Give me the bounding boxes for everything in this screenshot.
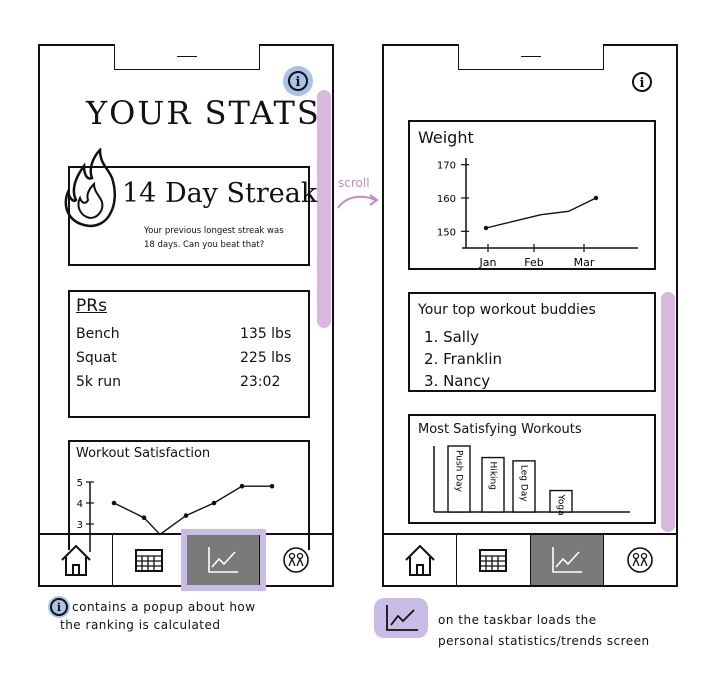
scroll-arrow-icon — [337, 194, 379, 209]
streak-headline: 14 Day Streak — [122, 178, 318, 209]
workouts-card: Most Satisfying Workouts Push Day Hiking L… — [408, 414, 656, 524]
bar-label: Push Day — [454, 450, 464, 493]
data-point — [111, 500, 117, 506]
taskbar-note-line-2: personal statistics/trends screen — [438, 634, 650, 648]
streak-subtext-1: Your previous longest streak was — [144, 226, 284, 236]
data-point — [593, 195, 599, 201]
calendar-icon — [479, 549, 508, 572]
tab-bar — [40, 533, 332, 585]
chart-icon — [386, 605, 418, 631]
bar-label: Hiking — [488, 462, 498, 490]
tab-calendar[interactable] — [113, 535, 187, 585]
scrollbar[interactable] — [661, 292, 675, 532]
scroll-label: scroll — [338, 176, 370, 190]
buddy-item[interactable]: 3. Nancy — [424, 372, 490, 390]
buddies-icon — [627, 547, 653, 573]
prs-heading: PRs — [76, 296, 107, 316]
tab-buddies[interactable] — [260, 535, 332, 585]
streak-subtext-2: 18 days. Can you beat that? — [144, 240, 265, 250]
streak-card: 14 Day Streak Your previous longest stre… — [64, 148, 317, 266]
pr-label: Squat — [76, 350, 117, 366]
bar-label: Leg Day — [519, 465, 529, 502]
taskbar-note-line-1: on the taskbar loads the — [438, 613, 597, 627]
phone-notch — [114, 44, 260, 70]
workouts-chart: Push Day Hiking Leg Day Yoga — [433, 445, 630, 516]
pr-label: 5k run — [76, 374, 121, 390]
info-note-line-2: the ranking is calculated — [60, 618, 221, 632]
buddies-card: Your top workout buddies 1. Sally 2. Fra… — [408, 292, 656, 392]
tab-buddies[interactable] — [604, 535, 676, 585]
flame-icon — [64, 148, 116, 228]
buddies-heading: Your top workout buddies — [418, 302, 596, 318]
phone-notch — [458, 44, 604, 70]
x-tick-label: Feb — [524, 256, 543, 269]
chart-icon — [551, 547, 582, 573]
info-icon: i — [50, 598, 68, 616]
weight-series-line — [485, 197, 597, 229]
x-tick-label: Mar — [574, 256, 595, 269]
y-tick-label: 150 — [437, 227, 456, 238]
phone-screen-stats-scrolled: i Weight 150 160 170 Jan Feb Mar Your top wor… — [382, 44, 678, 587]
pr-label: Bench — [76, 326, 120, 342]
data-point — [483, 225, 489, 231]
page-title: YOUR STATS — [86, 94, 321, 132]
info-icon[interactable]: i — [288, 71, 308, 91]
buddies-icon — [283, 547, 309, 573]
x-tick-label: Jan — [479, 256, 497, 269]
y-tick-label: 160 — [437, 194, 456, 205]
bar-label: Yoga — [556, 494, 566, 516]
data-point — [183, 513, 189, 518]
tab-home[interactable] — [384, 535, 458, 585]
phone-screen-stats: i YOUR STATS 14 Day Streak Your previous… — [38, 44, 334, 587]
buddy-item[interactable]: 2. Franklin — [424, 350, 502, 368]
calendar-icon — [135, 549, 164, 572]
data-point — [239, 483, 245, 489]
tab-bar — [384, 533, 676, 585]
pr-value: 135 lbs — [240, 326, 292, 342]
weight-card: Weight 150 160 170 Jan Feb Mar — [408, 120, 656, 270]
data-point — [269, 483, 275, 489]
prs-card: PRs Bench 135 lbs Squat 225 lbs 5k run 2… — [68, 290, 310, 418]
y-tick-label: 5 — [77, 478, 83, 489]
satisfaction-series-line — [113, 485, 272, 536]
data-point — [211, 500, 217, 506]
y-tick-label: 3 — [77, 520, 83, 531]
y-tick-label: 170 — [437, 161, 456, 172]
home-icon — [61, 544, 91, 576]
info-icon[interactable]: i — [632, 72, 652, 92]
tab-stats[interactable] — [186, 535, 260, 585]
pr-value: 225 lbs — [240, 350, 292, 366]
pr-value: 23:02 — [240, 374, 281, 390]
tab-calendar[interactable] — [457, 535, 531, 585]
chart-icon — [207, 547, 238, 573]
home-icon — [405, 544, 435, 576]
weight-chart: 150 160 170 Jan Feb Mar — [437, 158, 638, 269]
tab-home[interactable] — [40, 535, 114, 585]
data-point — [141, 515, 147, 520]
buddy-item[interactable]: 1. Sally — [424, 328, 479, 346]
tab-stats[interactable] — [530, 535, 604, 585]
info-note-line-1: contains a popup about how — [72, 600, 256, 614]
y-tick-label: 4 — [77, 499, 83, 510]
